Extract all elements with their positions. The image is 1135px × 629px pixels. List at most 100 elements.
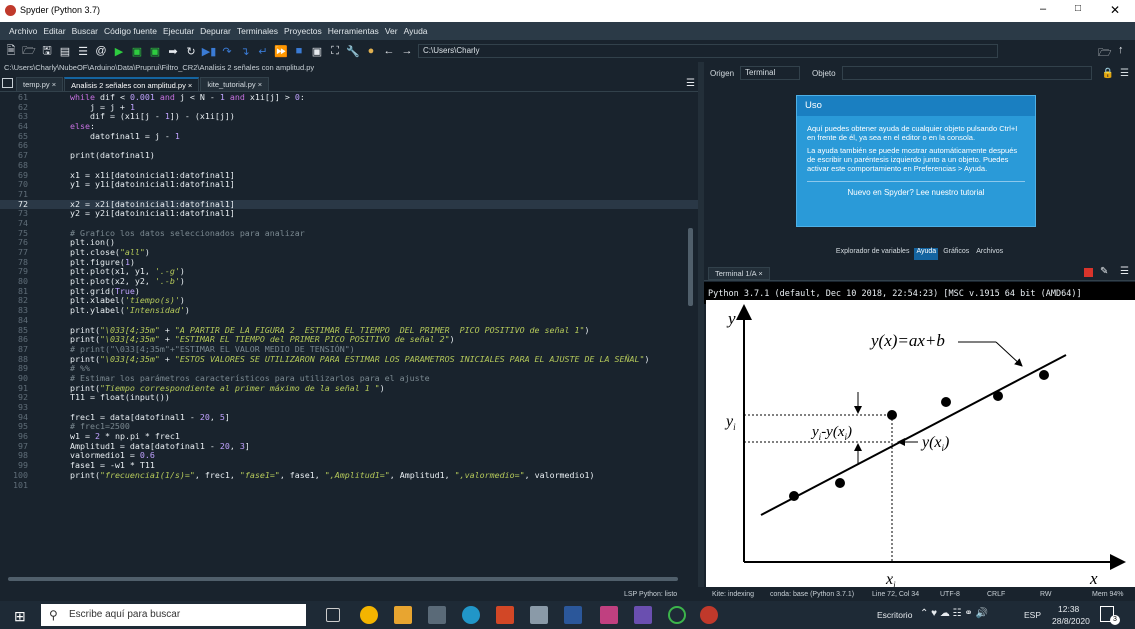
menu-codigo-fuente[interactable]: Código fuente bbox=[101, 26, 160, 36]
browse-tabs-icon[interactable] bbox=[2, 78, 13, 88]
task-view-icon[interactable] bbox=[326, 608, 340, 622]
menu-proyectos[interactable]: Proyectos bbox=[281, 26, 325, 36]
clock-date[interactable]: 28/8/2020 bbox=[1052, 616, 1090, 626]
menu-bar: Archivo Editar Buscar Código fuente Ejec… bbox=[0, 22, 1135, 40]
tab-console[interactable]: Terminal 1/A × bbox=[708, 267, 770, 280]
step-return-icon[interactable]: ↵ bbox=[256, 44, 270, 58]
tab-variable-explorer[interactable]: Explorador de variables bbox=[834, 248, 912, 260]
edge-icon[interactable] bbox=[462, 606, 480, 624]
code-line[interactable]: 101 bbox=[0, 480, 698, 491]
working-directory-combo[interactable]: C:\Users\Charly bbox=[418, 44, 998, 58]
code-editor[interactable]: 61 while dif < 0.001 and j < N - 1 and x… bbox=[0, 93, 698, 581]
close-tab-icon[interactable]: × bbox=[188, 81, 192, 90]
code-line[interactable]: 63 dif = (x1i[j - 1]) - (x1i[j]) bbox=[0, 112, 698, 122]
stop-kernel-icon[interactable] bbox=[1084, 268, 1093, 277]
minimize-button[interactable]: – bbox=[1040, 3, 1046, 15]
code-line[interactable]: 73 y2 = y2i[datoinicial1:datofinal1] bbox=[0, 209, 698, 219]
save-icon[interactable]: 🖫 bbox=[40, 44, 54, 58]
debug-icon[interactable]: ▶▮ bbox=[202, 44, 217, 58]
maximize-button[interactable]: □ bbox=[1075, 3, 1081, 14]
parent-dir-icon[interactable]: ↑ bbox=[1118, 44, 1124, 56]
editor-vertical-scrollbar[interactable] bbox=[688, 228, 693, 306]
code-line[interactable]: 65 datofinal1 = j - 1 bbox=[0, 131, 698, 142]
close-tab-icon[interactable]: × bbox=[258, 80, 262, 89]
tab-kite-tutorial[interactable]: kite_tutorial.py × bbox=[200, 77, 270, 91]
matlab-icon[interactable] bbox=[600, 606, 618, 624]
help-options-icon[interactable]: ☰ bbox=[1120, 68, 1129, 79]
browse-folder-icon[interactable]: 🗁 bbox=[1098, 44, 1112, 63]
clock-time[interactable]: 12:38 bbox=[1058, 604, 1079, 614]
code-line[interactable]: 70 y1 = y1i[datoinicial1:datofinal1] bbox=[0, 179, 698, 190]
tab-plots[interactable]: Gráficos bbox=[941, 248, 971, 260]
close-tab-icon[interactable]: × bbox=[52, 80, 56, 89]
desktop-label[interactable]: Escritorio bbox=[877, 610, 912, 620]
language-indicator[interactable]: ESP bbox=[1024, 610, 1041, 620]
tab-help[interactable]: Ayuda bbox=[914, 248, 939, 260]
run-cell-advance-icon[interactable]: ▣ bbox=[148, 44, 162, 58]
tab-temp[interactable]: temp.py × bbox=[16, 77, 64, 91]
stop-icon[interactable]: ■ bbox=[292, 44, 306, 58]
code-line[interactable]: 83 plt.ylabel('Intensidad') bbox=[0, 305, 698, 316]
tab-files[interactable]: Archivos bbox=[974, 248, 1005, 260]
save-all-icon[interactable]: ▤ bbox=[58, 44, 72, 58]
forward-icon[interactable]: → bbox=[400, 44, 414, 58]
preferences-icon[interactable]: 🔧 bbox=[346, 44, 360, 58]
run-icon[interactable]: ▶ bbox=[112, 44, 126, 58]
step-icon[interactable]: ↷ bbox=[220, 44, 234, 58]
word-icon[interactable] bbox=[564, 606, 582, 624]
code-text: plt.ylabel('Intensidad') bbox=[50, 305, 190, 316]
edit-icon[interactable]: ✎ bbox=[1100, 266, 1108, 277]
spyder-taskbar-icon[interactable] bbox=[530, 606, 548, 624]
open-folder-icon[interactable]: 🗁 bbox=[22, 44, 36, 58]
lock-icon[interactable]: 🔒 bbox=[1102, 68, 1114, 79]
data-point bbox=[941, 397, 951, 407]
powerpoint-icon[interactable] bbox=[496, 606, 514, 624]
x-axis-label: x bbox=[1089, 569, 1098, 588]
run-selection-icon[interactable]: ➡ bbox=[166, 44, 180, 58]
maximize-pane-icon[interactable]: ▣ bbox=[310, 44, 324, 58]
console-options-icon[interactable]: ☰ bbox=[1120, 266, 1129, 277]
menu-ver[interactable]: Ver bbox=[382, 26, 401, 36]
menu-herramientas[interactable]: Herramientas bbox=[325, 26, 382, 36]
menu-ayuda[interactable]: Ayuda bbox=[401, 26, 431, 36]
at-icon[interactable]: @ bbox=[94, 44, 108, 58]
spyder-active-icon[interactable] bbox=[700, 606, 718, 624]
menu-buscar[interactable]: Buscar bbox=[69, 26, 101, 36]
app-icon[interactable] bbox=[634, 606, 652, 624]
windows-start-icon[interactable]: ⊞ bbox=[14, 608, 26, 625]
editor-options-icon[interactable]: ☰ bbox=[686, 78, 695, 89]
chrome-icon[interactable] bbox=[360, 606, 378, 624]
code-line[interactable]: 67 print(datofinal1) bbox=[0, 150, 698, 161]
origin-select[interactable]: Terminal bbox=[740, 66, 801, 80]
tray-icons[interactable]: ⌃ ♥ ☁ ☷ ⚭ 🔊 bbox=[920, 608, 988, 619]
menu-terminales[interactable]: Terminales bbox=[234, 26, 281, 36]
code-line[interactable]: 92 T11 = float(input()) bbox=[0, 393, 698, 403]
list-icon[interactable]: ☰ bbox=[76, 44, 90, 58]
taskbar-search-input[interactable]: ⚲ Escribe aquí para buscar bbox=[41, 604, 306, 626]
file-explorer-icon[interactable] bbox=[394, 606, 412, 624]
menu-depurar[interactable]: Depurar bbox=[197, 26, 234, 36]
run-cell-icon[interactable]: ▣ bbox=[130, 44, 144, 58]
menu-archivo[interactable]: Archivo bbox=[6, 26, 40, 36]
circle-app-icon[interactable] bbox=[668, 606, 686, 624]
python-path-icon[interactable]: ● bbox=[364, 44, 378, 58]
code-text: y2 = y2i[datoinicial1:datofinal1] bbox=[50, 208, 235, 219]
step-into-icon[interactable]: ↴ bbox=[238, 44, 252, 58]
code-line[interactable]: 88 print("\033[4;35m" + "ESTOS VALORES S… bbox=[0, 354, 698, 365]
help-tutorial-link[interactable]: Nuevo en Spyder? Lee nuestro tutorial bbox=[807, 181, 1025, 197]
rerun-icon[interactable]: ↻ bbox=[184, 44, 198, 58]
menu-editar[interactable]: Editar bbox=[40, 26, 68, 36]
continue-icon[interactable]: ⏩ bbox=[274, 44, 288, 58]
object-input[interactable] bbox=[841, 66, 1092, 80]
calculator-icon[interactable] bbox=[428, 606, 446, 624]
fit-line bbox=[760, 354, 1067, 516]
fullscreen-icon[interactable]: ⛶ bbox=[328, 44, 342, 58]
tab-analisis[interactable]: Analisis 2 señales con amplitud.py × bbox=[64, 77, 200, 91]
close-button[interactable]: ✕ bbox=[1110, 3, 1120, 17]
back-icon[interactable]: ← bbox=[382, 44, 396, 58]
editor-tabs: temp.py × Analisis 2 señales con amplitu… bbox=[0, 76, 700, 92]
menu-ejecutar[interactable]: Ejecutar bbox=[160, 26, 197, 36]
new-file-icon[interactable]: 🗎 bbox=[4, 44, 18, 58]
editor-horizontal-scrollbar[interactable] bbox=[8, 577, 678, 581]
code-line[interactable]: 100 print("frecuencia1(1/s)=", frec1, "f… bbox=[0, 470, 698, 481]
